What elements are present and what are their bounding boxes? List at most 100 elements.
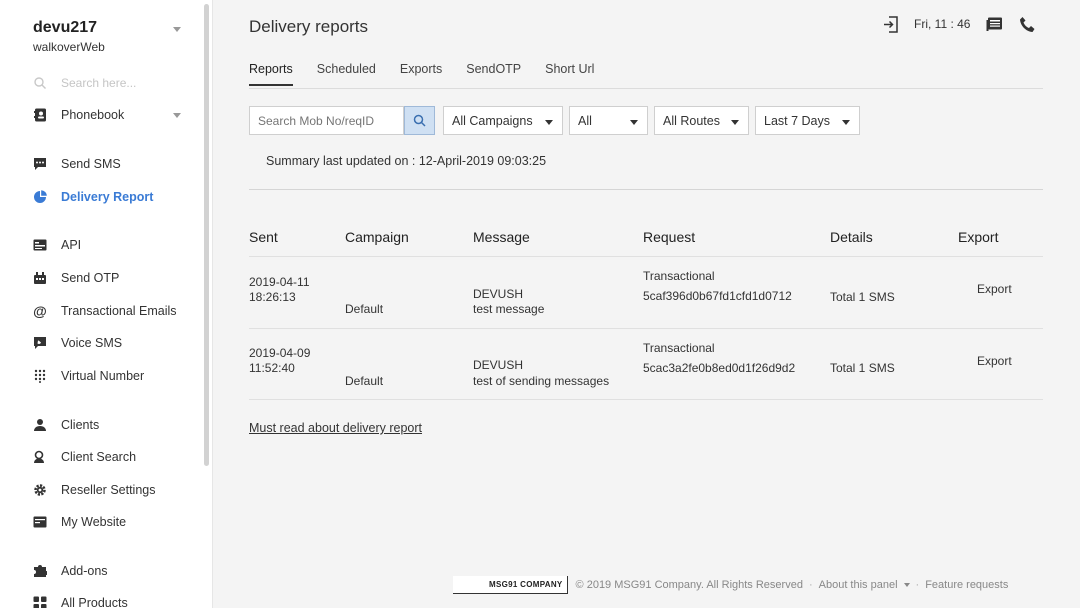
- client-search-icon: [33, 450, 47, 464]
- account-name[interactable]: devu217: [33, 19, 97, 37]
- sent-date: 2019-04-11: [249, 275, 310, 289]
- tabs-divider: [249, 88, 1043, 89]
- notifications-icon[interactable]: [986, 17, 1003, 32]
- sent-time: 18:26:13: [249, 290, 296, 304]
- sidebar-item-label: All Products: [61, 596, 128, 608]
- chevron-down-icon: [903, 583, 910, 588]
- at-icon: @: [33, 303, 47, 319]
- sidebar-item-label: Reseller Settings: [61, 483, 156, 497]
- search-button[interactable]: [404, 106, 435, 135]
- sidebar-item-my-website[interactable]: My Website: [33, 512, 126, 532]
- sidebar-item-transactional-emails[interactable]: @ Transactional Emails: [33, 301, 177, 321]
- message-sender: DEVUSH: [473, 358, 524, 372]
- sidebar-item-voice-sms[interactable]: Voice SMS: [33, 333, 122, 353]
- about-panel-link[interactable]: About this panel: [819, 579, 910, 591]
- sidebar-item-reseller-settings[interactable]: Reseller Settings: [33, 480, 156, 500]
- dialpad-icon: [33, 369, 47, 383]
- must-read-link[interactable]: Must read about delivery report: [249, 421, 422, 435]
- status-select[interactable]: All: [569, 106, 648, 135]
- sidebar-item-label: Transactional Emails: [61, 304, 177, 318]
- sidebar-item-virtual-number[interactable]: Virtual Number: [33, 366, 144, 386]
- tab-scheduled[interactable]: Scheduled: [317, 62, 376, 86]
- chevron-down-icon: [630, 120, 638, 125]
- copyright-text: © 2019 MSG91 Company. All Rights Reserve…: [575, 579, 803, 591]
- campaign-select-value: All Campaigns: [452, 113, 533, 128]
- account-company: walkoverWeb: [33, 40, 105, 54]
- sidebar-search[interactable]: Search here...: [33, 74, 136, 92]
- row-divider: [249, 328, 1043, 329]
- search-icon: [413, 114, 426, 127]
- footer-separator: ·: [915, 579, 920, 591]
- message-sender: DEVUSH: [473, 287, 524, 301]
- sidebar-item-label: My Website: [61, 515, 127, 529]
- column-header-sent: Sent: [249, 229, 278, 245]
- phone-icon[interactable]: [1019, 16, 1036, 33]
- company-logo: MSG91 COMPANY: [453, 576, 568, 594]
- request-route: Transactional: [643, 341, 715, 355]
- sidebar-item-add-ons[interactable]: Add-ons: [33, 561, 108, 581]
- sidebar-item-send-sms[interactable]: Send SMS: [33, 154, 121, 174]
- sidebar-item-label: Send OTP: [61, 271, 120, 285]
- campaign-select[interactable]: All Campaigns: [443, 106, 563, 135]
- route-select[interactable]: All Routes: [654, 106, 749, 135]
- tab-reports[interactable]: Reports: [249, 62, 293, 86]
- sidebar-item-api[interactable]: API: [33, 235, 81, 255]
- campaign-name: Default: [345, 374, 384, 388]
- mobile-reqid-search-input[interactable]: [249, 106, 404, 135]
- search-icon: [34, 77, 46, 89]
- website-icon: [33, 515, 47, 529]
- message-text: test message: [473, 302, 545, 316]
- column-header-export: Export: [958, 229, 999, 245]
- column-header-request: Request: [643, 229, 696, 245]
- details-count: Total 1 SMS: [830, 361, 895, 375]
- grid-icon: [33, 596, 47, 608]
- about-panel-label: About this panel: [818, 579, 898, 591]
- sidebar-item-label: Add-ons: [61, 564, 108, 578]
- sidebar-item-delivery-report[interactable]: Delivery Report: [33, 187, 153, 207]
- clients-icon: [33, 418, 47, 432]
- sidebar-item-label: Voice SMS: [61, 336, 123, 350]
- api-icon: [33, 238, 47, 252]
- chevron-down-icon: [731, 120, 739, 125]
- voice-icon: [33, 336, 47, 350]
- account-chevron-down-icon[interactable]: [173, 27, 181, 32]
- tab-sendotp[interactable]: SendOTP: [466, 62, 521, 86]
- column-header-message: Message: [473, 229, 530, 245]
- column-header-details: Details: [830, 229, 873, 245]
- logout-icon[interactable]: [883, 15, 898, 33]
- request-id: 5cac3a2fe0b8ed0d1f26d9d2: [643, 361, 796, 375]
- sidebar-item-label: Client Search: [61, 450, 137, 464]
- column-header-campaign: Campaign: [345, 229, 409, 245]
- sidebar-item-send-otp[interactable]: Send OTP: [33, 268, 119, 288]
- sidebar-item-phonebook[interactable]: Phonebook: [33, 105, 193, 125]
- export-link[interactable]: Export: [977, 282, 1012, 296]
- sidebar: devu217 walkoverWeb Search here... Phone…: [0, 0, 213, 608]
- sidebar-item-clients[interactable]: Clients: [33, 415, 99, 435]
- message-icon: [33, 157, 47, 171]
- sidebar-item-label: Phonebook: [61, 108, 125, 122]
- date-range-select[interactable]: Last 7 Days: [755, 106, 860, 135]
- sent-time: 11:52:40: [249, 361, 295, 375]
- sidebar-item-client-search[interactable]: Client Search: [33, 447, 136, 467]
- gear-icon: [33, 483, 47, 497]
- report-tabs: Reports Scheduled Exports SendOTP Short …: [249, 62, 618, 86]
- sidebar-scrollbar[interactable]: [204, 4, 209, 466]
- sidebar-item-label: API: [61, 238, 82, 252]
- sidebar-item-all-products[interactable]: All Products: [33, 593, 128, 608]
- tab-short-url[interactable]: Short Url: [545, 62, 594, 86]
- phonebook-icon: [33, 108, 47, 122]
- message-text: test of sending messages: [473, 374, 610, 388]
- chevron-down-icon: [842, 120, 850, 125]
- page-title: Delivery reports: [249, 17, 369, 36]
- otp-icon: [33, 271, 47, 285]
- chevron-down-icon: [545, 120, 553, 125]
- sidebar-item-label: Virtual Number: [61, 369, 145, 383]
- tab-exports[interactable]: Exports: [400, 62, 442, 86]
- feature-requests-link[interactable]: Feature requests: [925, 579, 1008, 591]
- request-route: Transactional: [643, 269, 715, 283]
- top-bar-actions: Fri, 11 : 46: [883, 14, 1036, 34]
- export-link[interactable]: Export: [977, 354, 1012, 368]
- row-divider: [249, 399, 1043, 400]
- phonebook-chevron-down-icon[interactable]: [173, 113, 181, 118]
- footer-separator: ·: [808, 579, 813, 591]
